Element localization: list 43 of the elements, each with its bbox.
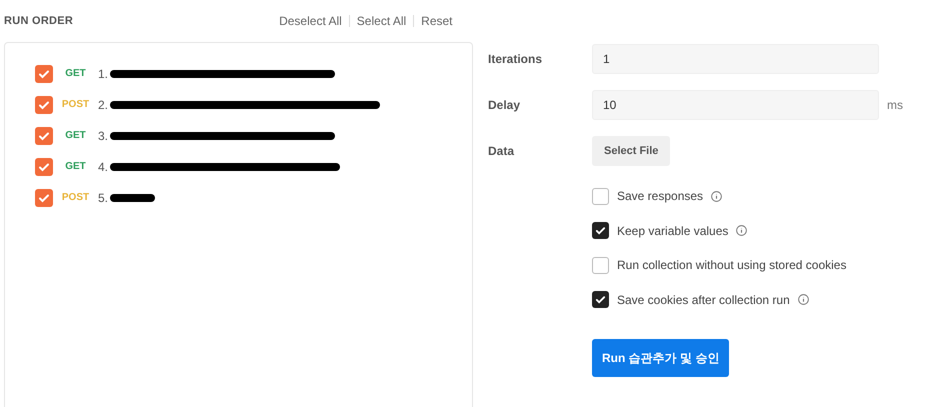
- checkbox[interactable]: [592, 222, 609, 240]
- checkbox[interactable]: [35, 64, 53, 82]
- method-label: GET: [64, 67, 87, 81]
- method-label: POST: [60, 98, 90, 112]
- request-name: 4.: [98, 158, 108, 176]
- checkbox[interactable]: [592, 256, 609, 274]
- request-name: 3.: [98, 128, 108, 144]
- checkbox[interactable]: [35, 96, 53, 114]
- checkbox[interactable]: [592, 291, 609, 308]
- field-label: Iterations: [488, 51, 544, 68]
- request-name: 5.: [98, 190, 108, 206]
- request-name: 2.: [98, 96, 108, 114]
- header-link[interactable]: Deselect All: [279, 12, 342, 30]
- redaction-mark: [110, 192, 156, 202]
- option-label: Run collection without using stored cookies: [617, 257, 846, 274]
- check-icon: [38, 68, 50, 80]
- header-link[interactable]: Select All: [356, 12, 406, 30]
- header-link[interactable]: Reset: [421, 12, 453, 30]
- option-label: Save cookies after collection run: [617, 292, 790, 309]
- request-name: 1.: [98, 66, 108, 82]
- check-icon: [38, 160, 50, 172]
- option-label: Keep variable values: [617, 222, 728, 240]
- run-button[interactable]: Run 습관추가 및 승인: [592, 339, 730, 377]
- select-file-button[interactable]: Select File: [592, 136, 670, 166]
- checkbox[interactable]: [35, 158, 53, 176]
- option-label: Save responses: [617, 188, 704, 206]
- method-label: GET: [64, 129, 87, 143]
- method-label: GET: [64, 160, 87, 174]
- checkbox[interactable]: [35, 188, 53, 206]
- check-icon: [595, 225, 606, 236]
- iterations-field[interactable]: 1: [592, 44, 879, 74]
- delay-field[interactable]: 10: [592, 90, 879, 120]
- check-icon: [38, 98, 50, 110]
- checkbox[interactable]: [592, 188, 609, 205]
- check-icon: [595, 294, 606, 306]
- unit-label: ms: [887, 97, 903, 114]
- check-icon: [38, 130, 50, 142]
- field-label: Data: [488, 143, 516, 160]
- checkbox[interactable]: [35, 126, 53, 144]
- field-label: Delay: [488, 97, 522, 114]
- section-title: RUN ORDER: [4, 14, 74, 29]
- method-label: POST: [60, 191, 90, 205]
- check-icon: [38, 192, 50, 204]
